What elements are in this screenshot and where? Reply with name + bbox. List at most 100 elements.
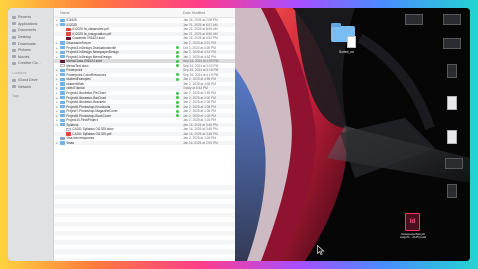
folder-icon [60,105,65,109]
name-column-header[interactable]: Name [54,11,183,15]
sidebar-item-favorites-2[interactable]: Documents [8,27,53,34]
folder-icon [60,68,65,72]
indesign-file-icon[interactable]: Id [405,213,420,231]
file-name: Gradeinfo 091624.indd [72,36,105,41]
locations-heading: Locations [12,70,27,75]
table-row[interactable]: ▸ Visas Jan 16, 2025 at 2:09 PM [54,140,235,146]
file-name: 012025 [66,22,77,27]
favorites-list: Recents Applications Documents Desktop Downl… [8,14,53,67]
pdf-icon [66,27,71,31]
file-name: Powerpoint [66,68,83,73]
image-file-icon[interactable] [447,64,457,78]
green-tag-icon [176,28,179,31]
file-name: Project4-InDesign-MemoDesign [66,54,112,59]
sidebar-item-icon [12,35,16,39]
sidebar-item-label: Documents [18,28,37,33]
file-name: Project6-Illustrator-Brackets [66,100,106,105]
sidebar-item-locations-1[interactable]: Network [8,83,53,90]
file-name: CA311 Syllabus 011325.pdf [72,131,112,136]
file-name: Project3-InDesign-GraduationInvite [66,45,117,50]
screenshot-thumbnail-icon[interactable] [443,38,461,49]
file-name: 012025 fa_inauguration.pdf [72,31,112,36]
folder-icon [60,18,65,22]
folder-icon [60,118,65,122]
sidebar-item-label: Applications [18,21,38,26]
folder-icon [60,23,65,27]
sidebar-item-label: Downloads [18,41,36,46]
sidebar-item-locations-0[interactable]: iCloud Drive [8,77,53,84]
pdf-icon [66,32,71,36]
sidebar-item-favorites-6[interactable]: Movies [8,54,53,61]
date-modified: Jan 21, 2025 at 8:56 AM [183,31,218,36]
file-name: Project4-Illustrator-PieChart [66,91,106,96]
green-tag-icon [176,46,179,50]
date-modified: Today at 8:44 PM [183,86,208,91]
sidebar-item-favorites-0[interactable]: Recents [8,14,53,21]
file-name: CA311 Syllabus 011325.docx [72,127,114,132]
file-name: Powerpoint-ColorResources [66,72,107,77]
doc-icon [60,64,65,68]
date-modified: Sep 26, 2024 at 4:19 PM [183,72,219,77]
sidebar-item-icon [12,42,16,46]
sidebar-item-favorites-1[interactable]: Applications [8,21,53,28]
sidebar-item-favorites-7[interactable]: Creative Clo... [8,60,53,67]
green-tag-icon [176,137,179,140]
sidebar-item-icon [12,48,16,52]
screen: Recents Applications Documents Desktop Downl… [8,8,470,261]
file-rows: ▸ 011625 Jan 16, 2025 at 2:08 PM ▾ 012025 Jan… [54,18,235,146]
folder-icon [60,141,65,145]
date-column-header[interactable]: Date Modified [183,11,235,15]
sidebar-item-label: Movies [18,54,30,59]
green-tag-icon [176,132,179,135]
screenshot-thumbnail-icon[interactable] [443,14,461,25]
indesign-file-label[interactable]: NewspaperStoryD esignTe...2125).indd [396,232,430,240]
sidebar-item-favorites-5[interactable]: Pictures [8,47,53,54]
green-tag-icon [176,64,179,68]
tags-heading: Tags [12,93,20,98]
doc-icon [66,127,71,131]
date-modified: Sep 24, 2024 at 1:00 PM [183,63,219,68]
file-name: Project5-Illustrator-BarChart [66,95,106,100]
green-tag-icon [176,128,179,131]
date-modified: Jan 16, 2025 at 3:48 PM [183,131,218,136]
green-tag-icon [176,123,179,126]
finder-window: Recents Applications Documents Desktop Downl… [8,8,235,261]
sidebar-item-favorites-4[interactable]: Downloads [8,40,53,47]
file-name: Project3-InDesign-NewspaperDesign [66,50,119,55]
green-tag-icon [176,91,179,95]
date-modified: Jan 2, 2025 at 3:00 PM [183,95,216,100]
document-icon[interactable] [447,184,457,198]
document-icon [347,36,356,48]
sidebar-item-label: iCloud Drive [18,78,38,83]
desktop-folder-label[interactable]: Sorted_nd [339,50,354,54]
finder-sidebar: Recents Applications Documents Desktop Downl… [8,8,54,261]
folder-icon [60,41,65,45]
empty-list-area [54,181,235,261]
green-tag-icon [176,109,179,113]
file-name: studentWork [66,81,85,86]
sidebar-item-icon [12,15,16,19]
green-tag-icon [176,119,179,122]
file-name: videoTutorial [66,86,85,91]
sidebar-item-favorites-3[interactable]: Desktop [8,34,53,41]
sidebar-item-label: Desktop [18,35,32,40]
screenshot-thumbnail-icon[interactable] [405,14,423,25]
date-modified: Jan 2, 2025 at 1:04 PM [183,136,216,141]
document-icon[interactable] [447,96,457,110]
screenshot-thumbnail-icon[interactable] [445,158,463,169]
file-name: 011625 [66,18,77,23]
thumbnail-image [443,38,461,49]
document-icon[interactable] [447,130,457,144]
file-name: studentExamples [66,77,91,82]
date-modified: Jan 2, 2025 at 1:03 PM [183,118,216,123]
thumbnail-image [445,158,463,169]
folder-icon [60,123,65,127]
green-tag-icon [176,73,179,77]
folder-icon [60,50,65,54]
green-tag-icon [176,96,179,100]
file-name: Syllabus [66,122,79,127]
green-tag-icon [176,69,179,72]
green-tag-icon [176,114,179,118]
date-modified: Jan 16, 2025 at 4:52 PM [183,36,218,41]
date-modified: Jan 2, 2025 at 2:35 PM [183,100,216,105]
